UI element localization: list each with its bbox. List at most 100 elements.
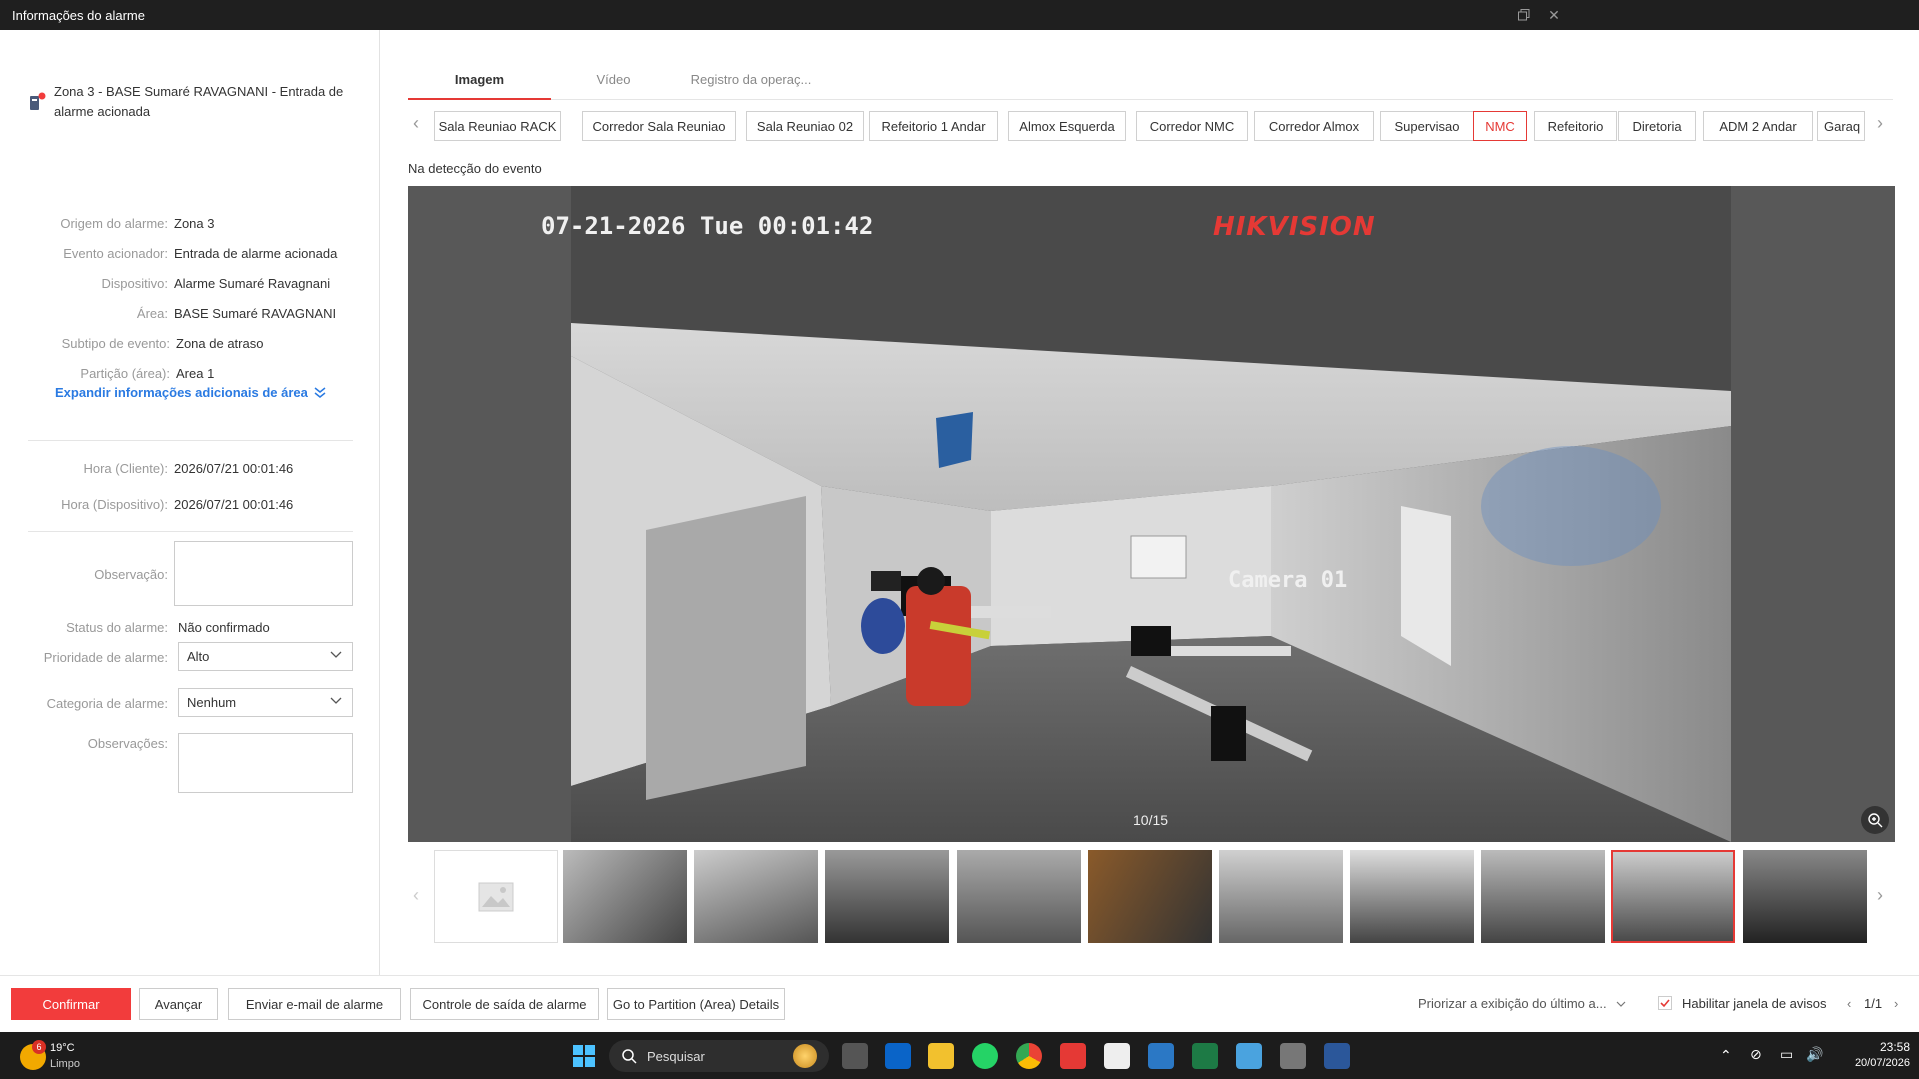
thumbnail[interactable]: [563, 850, 687, 943]
camera-item[interactable]: Almox Esquerda: [1008, 111, 1126, 141]
tab-image[interactable]: Imagem: [408, 72, 551, 87]
priority-value: Alto: [187, 649, 210, 664]
close-icon[interactable]: ✕: [1539, 0, 1569, 30]
calculator-icon[interactable]: [1280, 1043, 1306, 1069]
excel-icon[interactable]: [1192, 1043, 1218, 1069]
chevron-down-icon: [330, 651, 342, 658]
detail-device: Dispositivo: Alarme Sumaré Ravagnani: [0, 276, 331, 291]
priority-label: Prioridade de alarme:: [43, 650, 168, 665]
frame-counter: 10/15: [1133, 812, 1169, 828]
expand-area-info-link[interactable]: Expandir informações adicionais de área: [55, 385, 327, 400]
camera-scene-image: [571, 186, 1731, 842]
observation-label: Observação:: [94, 567, 168, 582]
prioritize-label: Priorizar a exibição do último a...: [1418, 996, 1607, 1011]
thumbnail[interactable]: [1481, 850, 1605, 943]
confirm-button[interactable]: Confirmar: [11, 988, 131, 1020]
thumbnail-selected[interactable]: [1611, 850, 1735, 943]
task-view-icon[interactable]: [842, 1043, 868, 1069]
camera-list: Sala Reuniao RACK Corredor Sala Reuniao …: [408, 111, 1868, 141]
detail-label: Subtipo de evento:: [61, 336, 170, 351]
chevron-right-icon[interactable]: ›: [1877, 113, 1883, 134]
app-settings-icon[interactable]: [1148, 1043, 1174, 1069]
network-icon[interactable]: ⊘: [1750, 1046, 1762, 1063]
thumbnail[interactable]: [1350, 850, 1474, 943]
alarm-output-control-button[interactable]: Controle de saída de alarme: [410, 988, 599, 1020]
category-value: Nenhum: [187, 695, 237, 710]
thumb-next-icon[interactable]: ›: [1877, 885, 1883, 906]
priority-select[interactable]: Alto: [178, 642, 353, 671]
chrome-icon[interactable]: [1016, 1043, 1042, 1069]
image-placeholder-icon: [478, 882, 514, 911]
prioritize-dropdown[interactable]: Priorizar a exibição do último a...: [1418, 996, 1626, 1011]
search-icon: [622, 1049, 637, 1064]
time-client: Hora (Cliente): 2026/07/21 00:01:46: [0, 461, 293, 476]
whatsapp-icon[interactable]: [972, 1043, 998, 1069]
camera-item[interactable]: Sala Reuniao RACK: [434, 111, 561, 141]
camera-item[interactable]: Diretoria: [1618, 111, 1696, 141]
taskbar-search[interactable]: Pesquisar: [609, 1040, 829, 1072]
active-tab-indicator: [408, 98, 551, 100]
thumbnail[interactable]: [1743, 850, 1867, 943]
thumbnail-strip: [408, 850, 1893, 945]
detail-value: Area 1: [176, 366, 215, 381]
detail-value: Entrada de alarme acionada: [174, 246, 338, 261]
window-title: Informações do alarme: [12, 7, 145, 23]
clock-time[interactable]: 23:58: [1870, 1040, 1910, 1054]
snipping-tool-icon[interactable]: [1104, 1043, 1130, 1069]
remarks-textarea[interactable]: [178, 733, 353, 793]
camera-item[interactable]: Refeitorio 1 Andar: [869, 111, 998, 141]
category-select[interactable]: Nenhum: [178, 688, 353, 717]
hikcentral-icon[interactable]: [1060, 1043, 1086, 1069]
camera-item[interactable]: Garaq: [1817, 111, 1865, 141]
camera-item[interactable]: ADM 2 Andar: [1703, 111, 1813, 141]
volume-icon[interactable]: 🔊: [1806, 1046, 1823, 1063]
windows-taskbar: 6 19°C Limpo Pesquisar ⌃ ⊘ ▭ 🔊 23:58 20/…: [0, 1032, 1919, 1079]
camera-item[interactable]: Sala Reuniao 02: [746, 111, 864, 141]
window-titlebar: Informações do alarme ✕: [0, 0, 1919, 30]
weather-temp: 19°C: [50, 1042, 75, 1054]
thumbnail-placeholder[interactable]: [434, 850, 558, 943]
priority-row: Prioridade de alarme:: [0, 650, 168, 665]
send-email-button[interactable]: Enviar e-mail de alarme: [228, 988, 401, 1020]
outlook-icon[interactable]: [885, 1043, 911, 1069]
search-placeholder: Pesquisar: [647, 1048, 705, 1064]
thumbnail[interactable]: [694, 850, 818, 943]
enable-popup-checkbox[interactable]: [1658, 996, 1672, 1010]
word-icon[interactable]: [1324, 1043, 1350, 1069]
chevron-up-icon[interactable]: ⌃: [1720, 1047, 1732, 1064]
camera-item-selected[interactable]: NMC: [1473, 111, 1527, 141]
search-highlight-icon: [793, 1044, 817, 1068]
detail-subtype: Subtipo de evento: Zona de atraso: [0, 336, 264, 351]
video-osd-camera-label: Camera 01: [1228, 568, 1348, 593]
restore-icon[interactable]: [1509, 0, 1539, 30]
camera-item[interactable]: Corredor Almox: [1254, 111, 1374, 141]
checkmark-icon: [1660, 999, 1670, 1008]
camera-item[interactable]: Supervisao: [1380, 111, 1474, 141]
observation-textarea[interactable]: [174, 541, 353, 606]
advance-button[interactable]: Avançar: [139, 988, 218, 1020]
time-value: 2026/07/21 00:01:46: [174, 461, 294, 476]
status-row: Status do alarme: Não confirmado: [0, 620, 270, 635]
video-player[interactable]: 07-21-2026 Tue 00:01:42 HIKVISION Camera…: [408, 186, 1895, 842]
camera-item[interactable]: Refeitorio: [1534, 111, 1617, 141]
windows-start-icon[interactable]: [572, 1044, 596, 1068]
camera-item[interactable]: Corredor Sala Reuniao: [582, 111, 736, 141]
category-label: Categoria de alarme:: [46, 696, 168, 711]
tab-video[interactable]: Vídeo: [551, 72, 676, 87]
thumbnail[interactable]: [825, 850, 949, 943]
file-explorer-icon[interactable]: [928, 1043, 954, 1069]
notepad-icon[interactable]: [1236, 1043, 1262, 1069]
thumbnail[interactable]: [957, 850, 1081, 943]
status-label: Status do alarme:: [66, 620, 168, 635]
clock-date[interactable]: 20/07/2026: [1840, 1057, 1910, 1069]
tab-operation-log[interactable]: Registro da operaç...: [676, 72, 826, 87]
display-icon[interactable]: ▭: [1780, 1046, 1793, 1063]
zoom-in-icon[interactable]: [1861, 806, 1889, 834]
camera-item[interactable]: Corredor NMC: [1136, 111, 1248, 141]
thumbnail[interactable]: [1219, 850, 1343, 943]
thumbnail[interactable]: [1088, 850, 1212, 943]
partition-details-button[interactable]: Go to Partition (Area) Details: [607, 988, 785, 1020]
detail-value: Zona 3: [174, 216, 215, 231]
page-next-icon[interactable]: ›: [1894, 996, 1898, 1011]
page-prev-icon[interactable]: ‹: [1847, 996, 1851, 1011]
